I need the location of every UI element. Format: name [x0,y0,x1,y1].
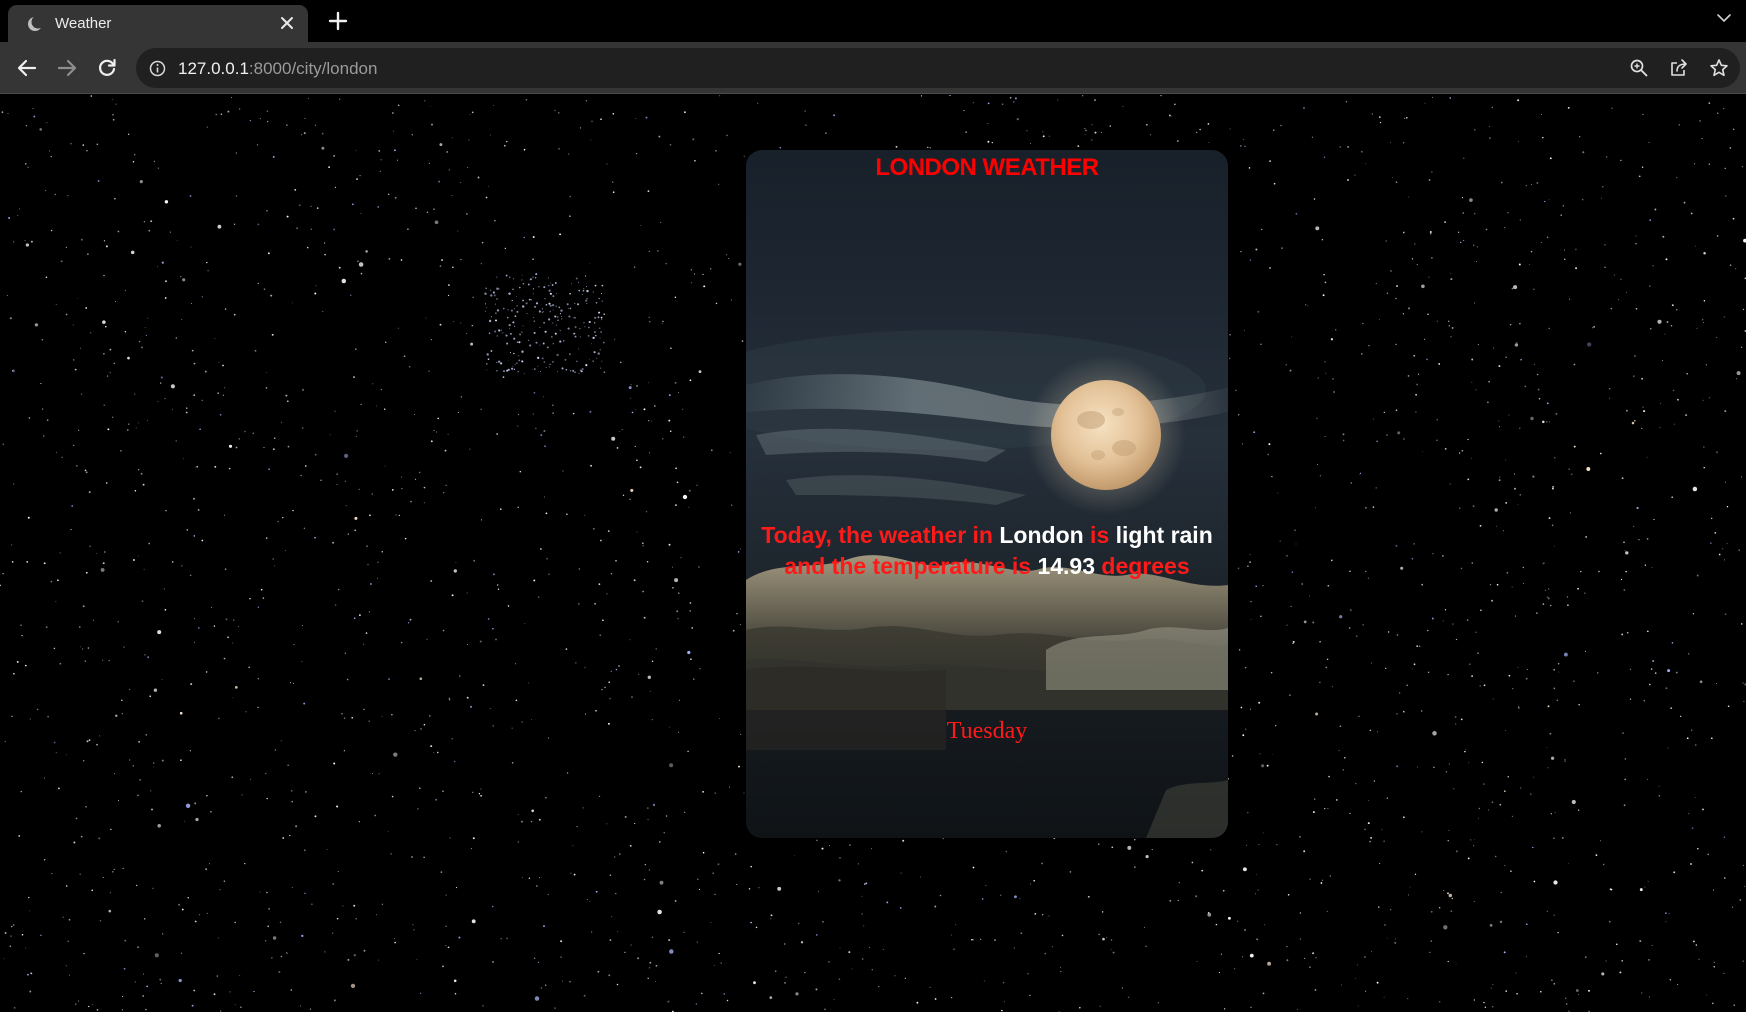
moon-favicon-icon [28,15,45,31]
weather-card: LONDON WEATHER Today, the weather in Lon… [746,150,1228,838]
info-icon[interactable] [149,60,166,77]
browser-tab[interactable]: Weather [8,5,308,42]
chevron-down-icon [1717,14,1731,23]
url-path: :8000/city/london [248,59,378,78]
forward-button[interactable] [52,54,82,82]
address-bar[interactable]: 127.0.0.1:8000/city/london [136,48,1740,88]
share-icon[interactable] [1669,58,1689,78]
description-text: and the temperature is [784,553,1038,579]
reload-button[interactable] [92,54,122,82]
tab-title: Weather [55,15,112,32]
weather-description: Today, the weather in London is light ra… [746,520,1228,582]
forward-arrow-icon [57,59,77,77]
temperature-value: 14.93 [1037,553,1096,579]
description-text: degrees [1095,553,1190,579]
browser-toolbar: 127.0.0.1:8000/city/london [0,42,1746,94]
reload-icon [99,58,116,76]
city-name: London [999,522,1084,548]
city-weather-title: LONDON WEATHER [875,154,1099,181]
close-icon [281,17,293,29]
url-text[interactable]: 127.0.0.1:8000/city/london [178,59,377,79]
star-icon[interactable] [1709,58,1729,78]
zoom-icon[interactable] [1629,58,1649,78]
url-host: 127.0.0.1 [178,59,249,78]
new-tab-button[interactable] [325,8,351,34]
tab-search-button[interactable] [1716,10,1732,26]
day-of-week: Tuesday [946,718,1028,744]
description-text: Today, the weather in [761,522,1000,548]
description-text: is [1083,522,1116,548]
tab-strip: Weather [0,0,1746,42]
page-viewport: LONDON WEATHER Today, the weather in Lon… [0,95,1746,1012]
weather-condition: light rain [1115,522,1213,548]
back-button[interactable] [12,54,42,82]
back-arrow-icon [17,59,37,77]
close-tab-button[interactable] [276,12,298,34]
plus-icon [328,11,348,31]
